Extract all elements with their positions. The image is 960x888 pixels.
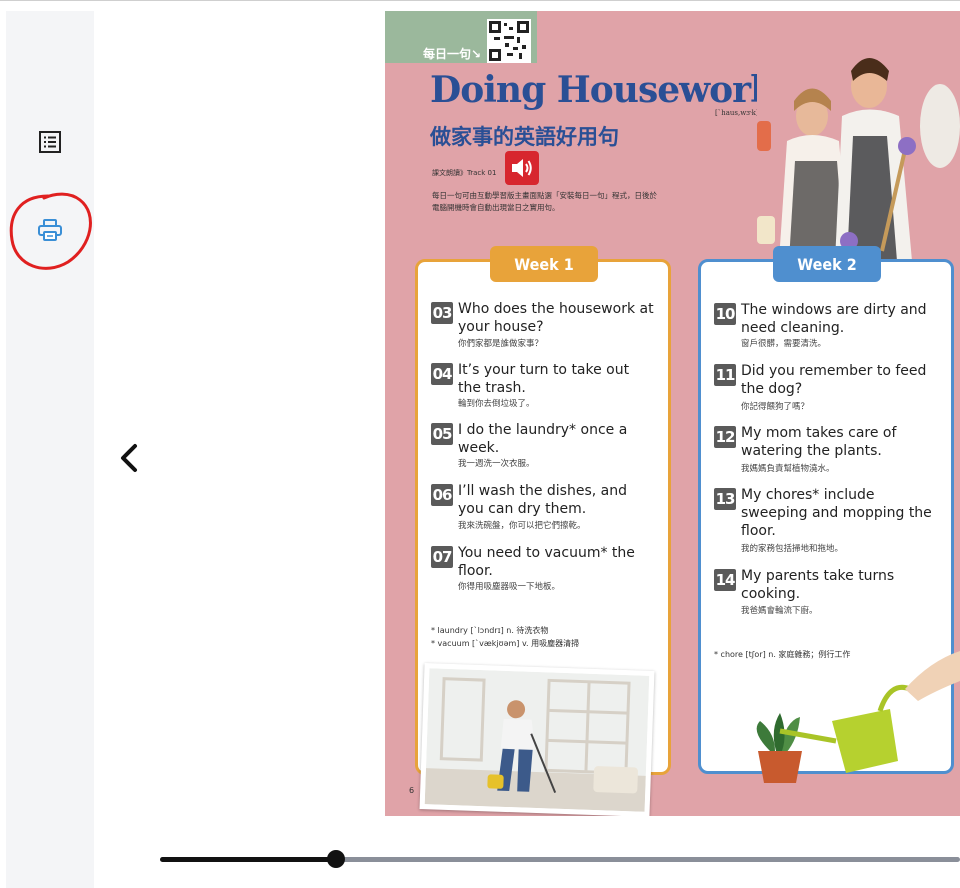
couple-cleaning-photo	[757, 31, 960, 261]
sentence-english: It’s your turn to take out the trash.	[458, 362, 630, 396]
sentence-number: 03	[431, 302, 453, 324]
sentence-chinese: 我一週洗一次衣服。	[458, 459, 535, 469]
plant-and-watering-can-illustration	[756, 651, 960, 783]
week1-ribbon: Week 1	[490, 246, 598, 282]
sentence-english: Who does the housework at your house?	[458, 301, 654, 335]
sentence-english: My chores* include sweeping and mopping …	[741, 487, 932, 539]
sentence-number: 05	[431, 423, 453, 445]
sentence-chinese: 我來洗碗盤，你可以把它們擦乾。	[458, 521, 586, 531]
sentence-number: 04	[431, 363, 453, 385]
week2-ribbon: Week 2	[773, 246, 881, 282]
gloss-laundry: * laundry [ˋlɔndrɪ] n. 待洗衣物	[431, 626, 549, 635]
sentence-english: The windows are dirty and need cleaning.	[741, 302, 927, 336]
qr-code	[487, 19, 531, 63]
slider-thumb[interactable]	[327, 850, 345, 868]
sentence-english: I’ll wash the dishes, and you can dry th…	[458, 483, 627, 517]
daily-sentence-label: 每日一句↘	[423, 47, 482, 61]
sidebar	[6, 11, 94, 888]
speaker-icon	[512, 159, 532, 177]
page-number: 6	[409, 786, 415, 795]
page-slider[interactable]	[160, 850, 960, 870]
sentence-number: 14	[714, 569, 736, 591]
title-pronunciation: [ˋhaus,wɝk]	[715, 109, 759, 117]
sentence-number: 06	[431, 484, 453, 506]
sentence-chinese: 你得用吸塵器吸一下地板。	[458, 582, 561, 592]
slider-track	[336, 857, 960, 862]
sentence-english: Did you remember to feed the dog?	[741, 363, 927, 397]
top-divider	[0, 0, 960, 1]
slider-progress	[160, 857, 336, 862]
track-label: 課文朗讀》Track 01	[432, 169, 497, 177]
sentence-number: 13	[714, 488, 736, 510]
sentence-chinese: 我的家務包括掃地和拖地。	[741, 544, 844, 554]
print-button[interactable]	[28, 208, 72, 252]
sentence-english: My parents take turns cooking.	[741, 568, 895, 602]
sentence-chinese: 我爸媽會輪流下廚。	[741, 606, 818, 616]
sentence-english: My mom takes care of watering the plants…	[741, 425, 897, 459]
intro-text: 每日一句可由互動學習版主畫面點選「安裝每日一句」程式，日後於電腦開機時會自動出現…	[432, 191, 657, 212]
sentence-number: 07	[431, 546, 453, 568]
sentence-chinese: 輪到你去倒垃圾了。	[458, 399, 535, 409]
table-of-contents-button[interactable]	[28, 120, 72, 164]
page-title: Doing Housework	[430, 69, 775, 111]
sentence-number: 12	[714, 426, 736, 448]
previous-page-button[interactable]	[114, 438, 144, 478]
gloss-vacuum: * vacuum [ˋvækjʊəm] v. 用吸塵器清掃	[431, 639, 580, 648]
sentence-english: I do the laundry* once a week.	[458, 422, 628, 456]
sentence-chinese: 窗戶很髒，需要清洗。	[741, 339, 827, 349]
man-vacuuming-photo	[419, 663, 655, 816]
sentence-english: You need to vacuum* the floor.	[458, 545, 635, 579]
magazine-page: 每日一句↘ Doing Housework [ˋhaus,wɝk] 做家事的英語…	[385, 11, 960, 816]
page-subtitle: 做家事的英語好用句	[430, 124, 619, 149]
sentence-chinese: 我媽媽負責幫植物澆水。	[741, 464, 835, 474]
sentence-number: 11	[714, 364, 736, 386]
list-icon	[39, 131, 61, 153]
audio-play-button[interactable]	[505, 151, 539, 185]
sentence-chinese: 你們家都是誰做家事？	[458, 339, 544, 349]
chevron-left-icon	[121, 444, 137, 472]
sentence-chinese: 你記得餵狗了嗎？	[741, 402, 810, 412]
printer-icon	[38, 219, 62, 241]
sentence-number: 10	[714, 303, 736, 325]
